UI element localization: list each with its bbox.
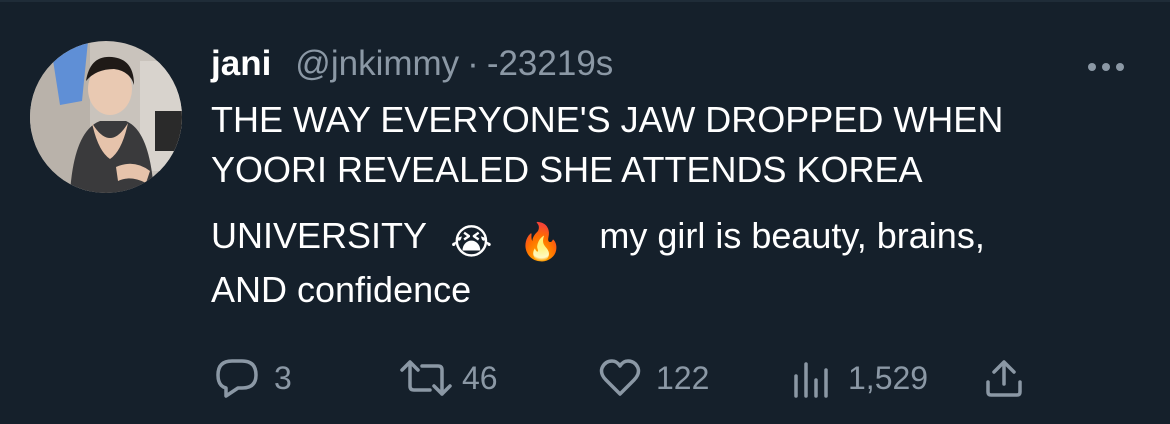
avatar[interactable] [30,41,182,193]
tweet-text-university: UNIVERSITY [211,215,427,256]
reply-bubble-icon [216,359,258,398]
fire-emoji: 🔥 [518,221,564,262]
tweet-timestamp[interactable]: -23219s [487,44,613,84]
retweet-button[interactable]: 46 [398,355,498,401]
like-button[interactable]: 122 [598,355,709,401]
share-button[interactable] [984,355,1024,401]
heart-icon [599,359,641,396]
tweet-header: jani @jnkimmy · -23219s [211,44,613,92]
author-display-name[interactable]: jani [211,44,271,84]
retweet-count: 46 [462,359,498,396]
more-dots-icon [1088,63,1124,71]
like-count: 122 [656,359,710,396]
top-divider [0,0,1170,2]
reply-button[interactable]: 3 [214,355,292,401]
more-options-button[interactable] [1084,54,1128,80]
share-upload-icon [986,360,1022,397]
reply-count: 3 [274,359,292,396]
views-count: 1,529 [848,359,929,396]
tweet-actions-bar: 3 46 122 1,529 [0,355,1170,401]
tweet-text-my-girl: my girl is beauty, brains, [599,215,985,256]
header-separator: · [467,44,479,83]
avatar-image [30,41,182,193]
retweet-icon [400,360,452,396]
tweet-text-line-1: THE WAY EVERYONE'S JAW DROPPED WHEN [211,99,1004,140]
crying-face-emoji: 😭 [450,221,493,262]
tweet-text-line-3: UNIVERSITY 😭 🔥 my girl is beauty, brains… [211,218,985,260]
tweet-text-line-4: AND confidence [211,269,472,310]
tweet-text-line-2: YOORI REVEALED SHE ATTENDS KOREA [211,149,923,190]
author-handle[interactable]: @jnkimmy [295,44,459,84]
views-button[interactable]: 1,529 [790,355,928,401]
views-bar-chart-icon [794,362,828,398]
